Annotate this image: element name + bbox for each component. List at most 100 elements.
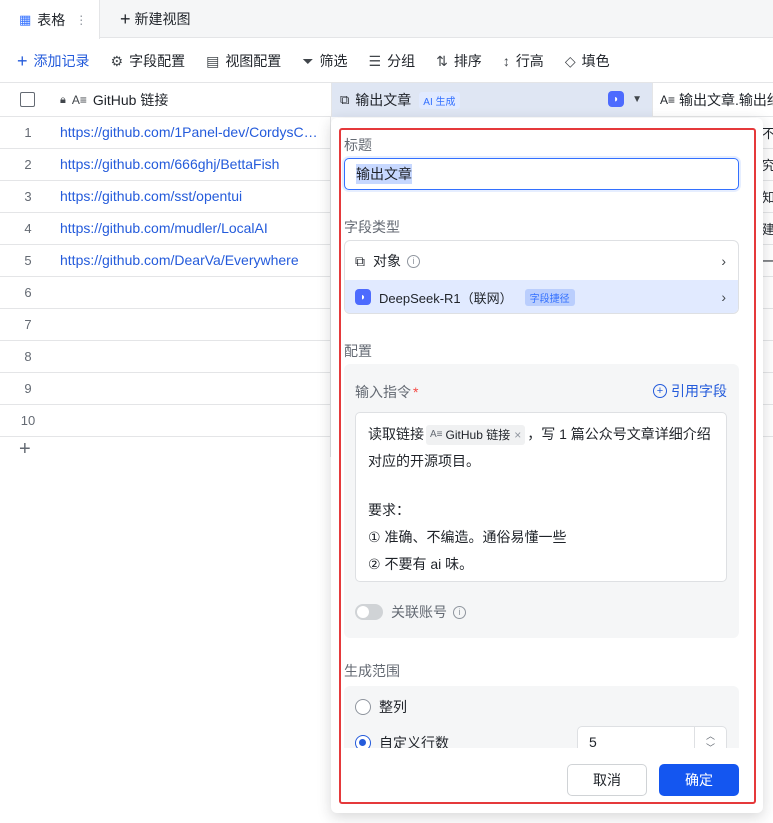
cancel-button[interactable]: 取消	[567, 764, 647, 796]
range-custom-option[interactable]: 自定义行数	[355, 733, 449, 748]
text-field-icon: A≡	[430, 429, 443, 441]
github-link[interactable]: https://github.com/1Panel-dev/CordysCRM	[60, 124, 322, 140]
deepseek-icon: ◗	[355, 289, 371, 305]
table-icon: ▦	[19, 11, 32, 27]
tab-table-label: 表格	[37, 11, 66, 28]
chevron-down-icon[interactable]: ﹀	[706, 742, 715, 748]
close-icon[interactable]: ×	[514, 425, 521, 445]
view-config-label: 视图配置	[225, 53, 282, 69]
sort-label: 排序	[453, 53, 482, 69]
prompt-item-1: ① 准确、不编造。通俗易懂一些	[368, 529, 567, 545]
row-number: 10	[20, 413, 36, 428]
type-model-option[interactable]: ◗ DeepSeek-R1（联网） 字段捷径 ›	[345, 280, 738, 313]
row-number: 4	[24, 221, 32, 236]
new-view-button[interactable]: + 新建视图	[120, 0, 191, 38]
field-shortcut-badge: 字段捷径	[524, 288, 575, 306]
column-output-label: 输出文章	[355, 92, 412, 108]
form-icon: ▤	[206, 52, 220, 69]
field-type-selector: ⧉ 对象 i › ◗ DeepSeek-R1（联网） 字段捷径 ›	[344, 240, 739, 314]
reference-field-button[interactable]: + 引用字段	[653, 381, 727, 401]
row-count-input[interactable]: 5 ︿ ﹀	[577, 726, 727, 748]
reference-field-label: 引用字段	[671, 383, 727, 399]
range-label: 生成范围	[344, 663, 400, 679]
object-icon: ⧉	[355, 252, 365, 269]
toolbar: + 添加记录 ⚙ 字段配置 ▤ 视图配置 ⏷ 筛选 ☰ 分组 ⇅ 排序 ↕ 行高…	[0, 40, 773, 82]
cell-text: 究	[762, 158, 773, 173]
chip-label: GitHub 链接	[445, 428, 511, 443]
title-input[interactable]: 输出文章	[344, 158, 739, 190]
chevron-up-icon[interactable]: ︿	[706, 730, 715, 742]
text-field-icon: A≡	[660, 93, 676, 107]
config-section: 输入指令 * + 引用字段 读取链接 A≡ GitHub 链接 × ，写 1 篇公众号文章…	[344, 364, 739, 638]
prompt-text-pre: 读取链接	[368, 426, 424, 442]
column-header-github[interactable]: 🔒︎ A≡ GitHub 链接	[60, 83, 168, 117]
row-number: 3	[24, 189, 32, 204]
column-header-next[interactable]: A≡ 输出文章.输出细	[660, 83, 773, 117]
group-label: 分组	[387, 53, 416, 69]
group-button[interactable]: ☰ 分组	[369, 51, 416, 71]
filter-icon: ⏷	[302, 52, 314, 69]
range-all-option[interactable]: 整列	[355, 697, 407, 717]
range-custom-label: 自定义行数	[379, 735, 449, 748]
github-link[interactable]: https://github.com/666ghj/BettaFish	[60, 156, 279, 172]
gear-icon: ⚙	[110, 52, 124, 69]
column-header-output[interactable]: ⧉ 输出文章 AI 生成 ◗ ▼	[331, 83, 653, 117]
range-section: 整列 自定义行数 5 ︿ ﹀	[344, 686, 739, 748]
lock-icon: 🔒︎	[60, 93, 66, 106]
sort-icon: ⇅	[436, 52, 448, 69]
type-object-label: 对象	[373, 253, 401, 269]
row-number: 1	[24, 125, 32, 140]
quantity-stepper[interactable]: ︿ ﹀	[694, 727, 726, 748]
tab-more-icon[interactable]: ⋮	[75, 13, 87, 27]
row-height-button[interactable]: ↕ 行高	[503, 51, 544, 71]
text-field-icon: A≡	[71, 93, 87, 107]
github-link[interactable]: https://github.com/sst/opentui	[60, 188, 242, 204]
instruction-editor[interactable]: 读取链接 A≡ GitHub 链接 × ，写 1 篇公众号文章详细介绍对应的开源项目。 …	[355, 412, 727, 582]
fill-icon: ◇	[564, 52, 576, 69]
radio-checked[interactable]	[355, 735, 371, 748]
field-reference-chip[interactable]: A≡ GitHub 链接 ×	[426, 425, 526, 446]
fill-color-label: 填色	[581, 53, 610, 69]
confirm-button[interactable]: 确定	[659, 764, 739, 796]
link-account-toggle[interactable]	[355, 604, 383, 620]
select-all-checkbox[interactable]	[20, 92, 35, 107]
grid-header: 🔒︎ A≡ GitHub 链接 ⧉ 输出文章 AI 生成 ◗ ▼ A≡ 输出文章…	[0, 82, 773, 117]
filter-label: 筛选	[319, 53, 348, 69]
row-number: 2	[24, 157, 32, 172]
add-row-button[interactable]: +	[19, 438, 31, 461]
row-count-value: 5	[589, 734, 597, 748]
row-number: 5	[24, 253, 32, 268]
fill-color-button[interactable]: ◇ 填色	[565, 51, 610, 71]
field-type-label: 字段类型	[344, 219, 400, 235]
info-icon[interactable]: i	[407, 254, 420, 268]
cell-text: 知	[762, 190, 773, 205]
add-record-button[interactable]: + 添加记录	[17, 51, 90, 72]
chevron-down-icon[interactable]: ▼	[632, 94, 642, 105]
field-config-button[interactable]: ⚙ 字段配置	[111, 51, 186, 71]
add-record-label: 添加记录	[33, 53, 90, 69]
cell-text: 一	[762, 254, 773, 269]
chevron-right-icon: ›	[721, 253, 726, 269]
filter-button[interactable]: ⏷ 筛选	[302, 51, 347, 71]
github-link[interactable]: https://github.com/DearVa/Everywhere	[60, 252, 299, 268]
github-link[interactable]: https://github.com/mudler/LocalAI	[60, 220, 268, 236]
type-object-option[interactable]: ⧉ 对象 i ›	[345, 243, 738, 279]
ai-generated-badge: AI 生成	[419, 91, 460, 109]
column-github-label: GitHub 链接	[92, 92, 169, 108]
title-value: 输出文章	[356, 164, 412, 184]
type-model-label: DeepSeek-R1（联网）	[379, 290, 513, 306]
plus-icon: +	[120, 8, 131, 29]
deepseek-icon: ◗	[608, 91, 625, 107]
radio-unchecked[interactable]	[355, 699, 371, 715]
info-icon[interactable]: i	[453, 605, 466, 619]
cell-text: 建	[762, 222, 773, 237]
config-label: 配置	[344, 343, 372, 359]
row-number: 6	[24, 285, 32, 300]
view-config-button[interactable]: ▤ 视图配置	[206, 51, 281, 71]
prompt-item-2: ② 不要有 ai 味。	[368, 556, 474, 572]
chevron-right-icon: ›	[721, 289, 726, 305]
row-height-label: 行高	[515, 53, 544, 69]
sort-button[interactable]: ⇅ 排序	[436, 51, 482, 71]
prompt-requirements-heading: 要求：	[368, 502, 410, 518]
tab-table[interactable]: ▦ 表格 ⋮	[0, 0, 100, 39]
